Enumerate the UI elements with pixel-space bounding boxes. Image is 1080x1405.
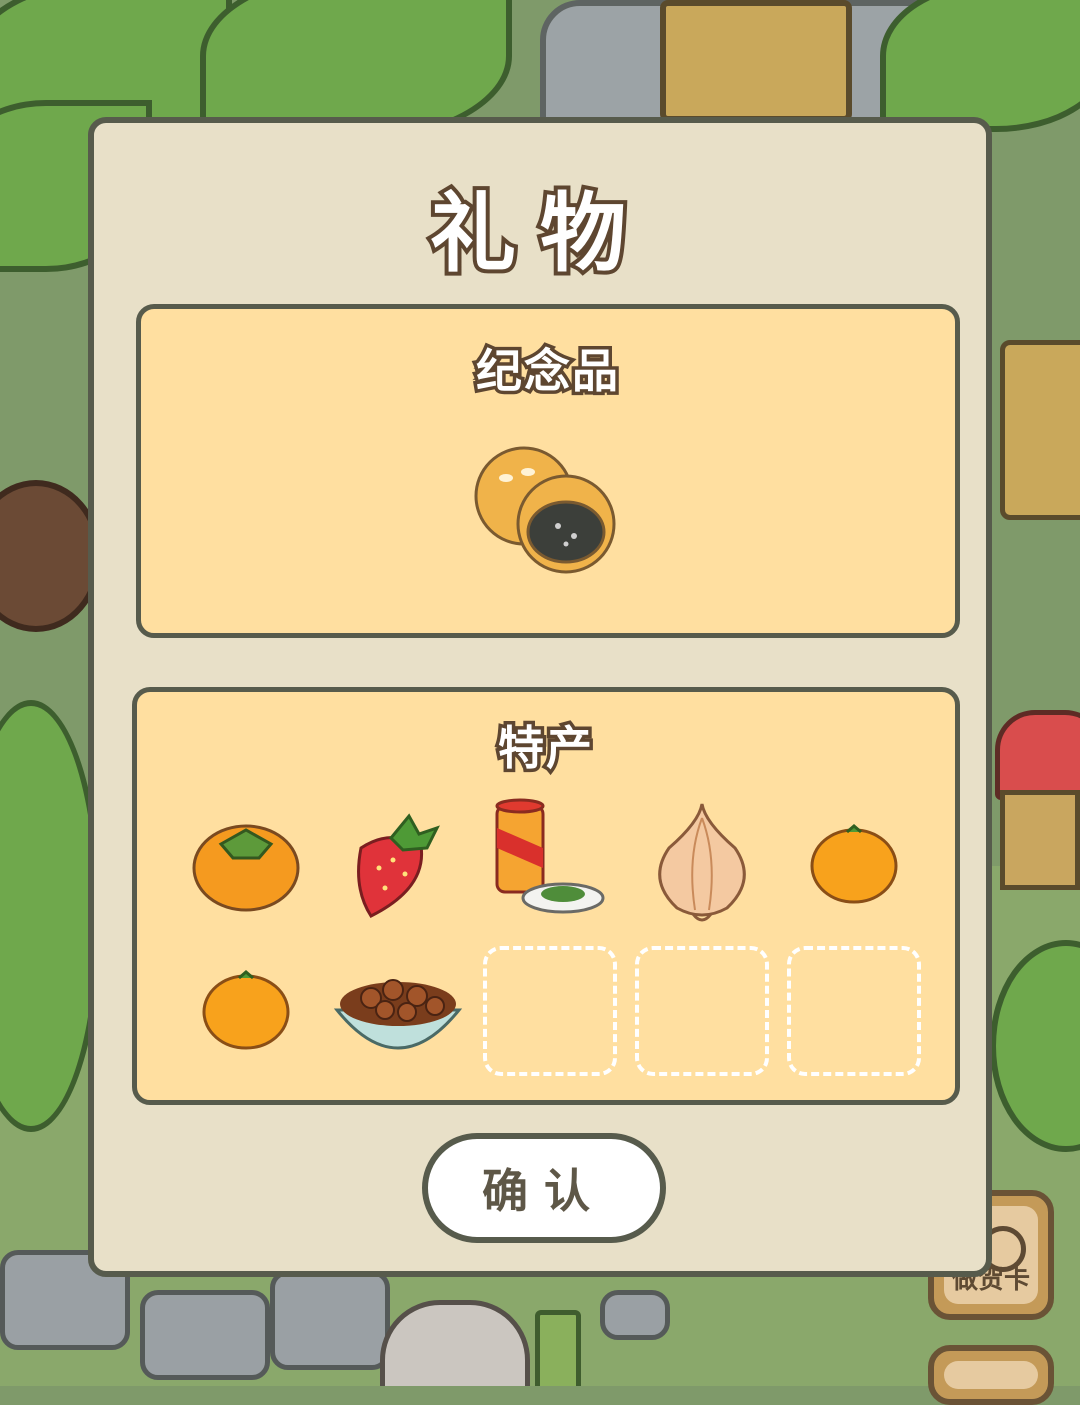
specialty-slot-7[interactable] [331, 946, 465, 1076]
mandarin-orange-icon [810, 824, 898, 904]
specialty-slot-4[interactable] [635, 798, 769, 928]
specialty-title: 特产 [495, 718, 596, 779]
side-menu-button[interactable] [928, 1345, 1054, 1405]
strawberry-icon [357, 813, 440, 918]
specialty-slot-2[interactable] [331, 798, 465, 928]
side-menu-button-face [944, 1361, 1038, 1389]
leaf [880, 0, 1080, 132]
hamster-character [380, 1300, 530, 1386]
specialty-slot-6[interactable] [179, 946, 313, 1076]
dialog-title: 礼物 [426, 180, 650, 288]
mailbox-post [1000, 790, 1080, 890]
stone [600, 1290, 670, 1340]
hanging-lantern [1000, 340, 1080, 520]
souvenir-slot[interactable] [466, 444, 626, 574]
tea-can-icon [495, 798, 605, 914]
mandarin-orange-icon [202, 970, 290, 1050]
specialty-slot-1[interactable] [179, 798, 313, 928]
onion-icon [658, 803, 746, 922]
stone-lantern [660, 0, 852, 122]
souvenir-title: 纪念品 [473, 341, 622, 402]
gift-dialog: 礼物 纪念品 特产 确认 [88, 117, 992, 1277]
specialty-panel: 特产 [132, 687, 960, 1105]
specialty-slot-5[interactable] [787, 798, 921, 928]
mailbox [995, 710, 1080, 800]
stone [270, 1270, 390, 1370]
mooncake-pastry-icon [474, 446, 616, 574]
bamboo [535, 1310, 581, 1386]
confirm-button[interactable]: 确认 [422, 1133, 666, 1243]
specialty-slot-3[interactable] [483, 798, 617, 928]
bird-character [0, 480, 102, 632]
roasted-chestnuts-bowl-icon [333, 979, 463, 1050]
specialty-slot-10-empty[interactable] [787, 946, 921, 1076]
souvenir-panel: 纪念品 [136, 304, 960, 638]
specialty-slot-8-empty[interactable] [483, 946, 617, 1076]
specialty-slot-9-empty[interactable] [635, 946, 769, 1076]
stone [140, 1290, 270, 1380]
persimmon-icon [192, 824, 300, 912]
